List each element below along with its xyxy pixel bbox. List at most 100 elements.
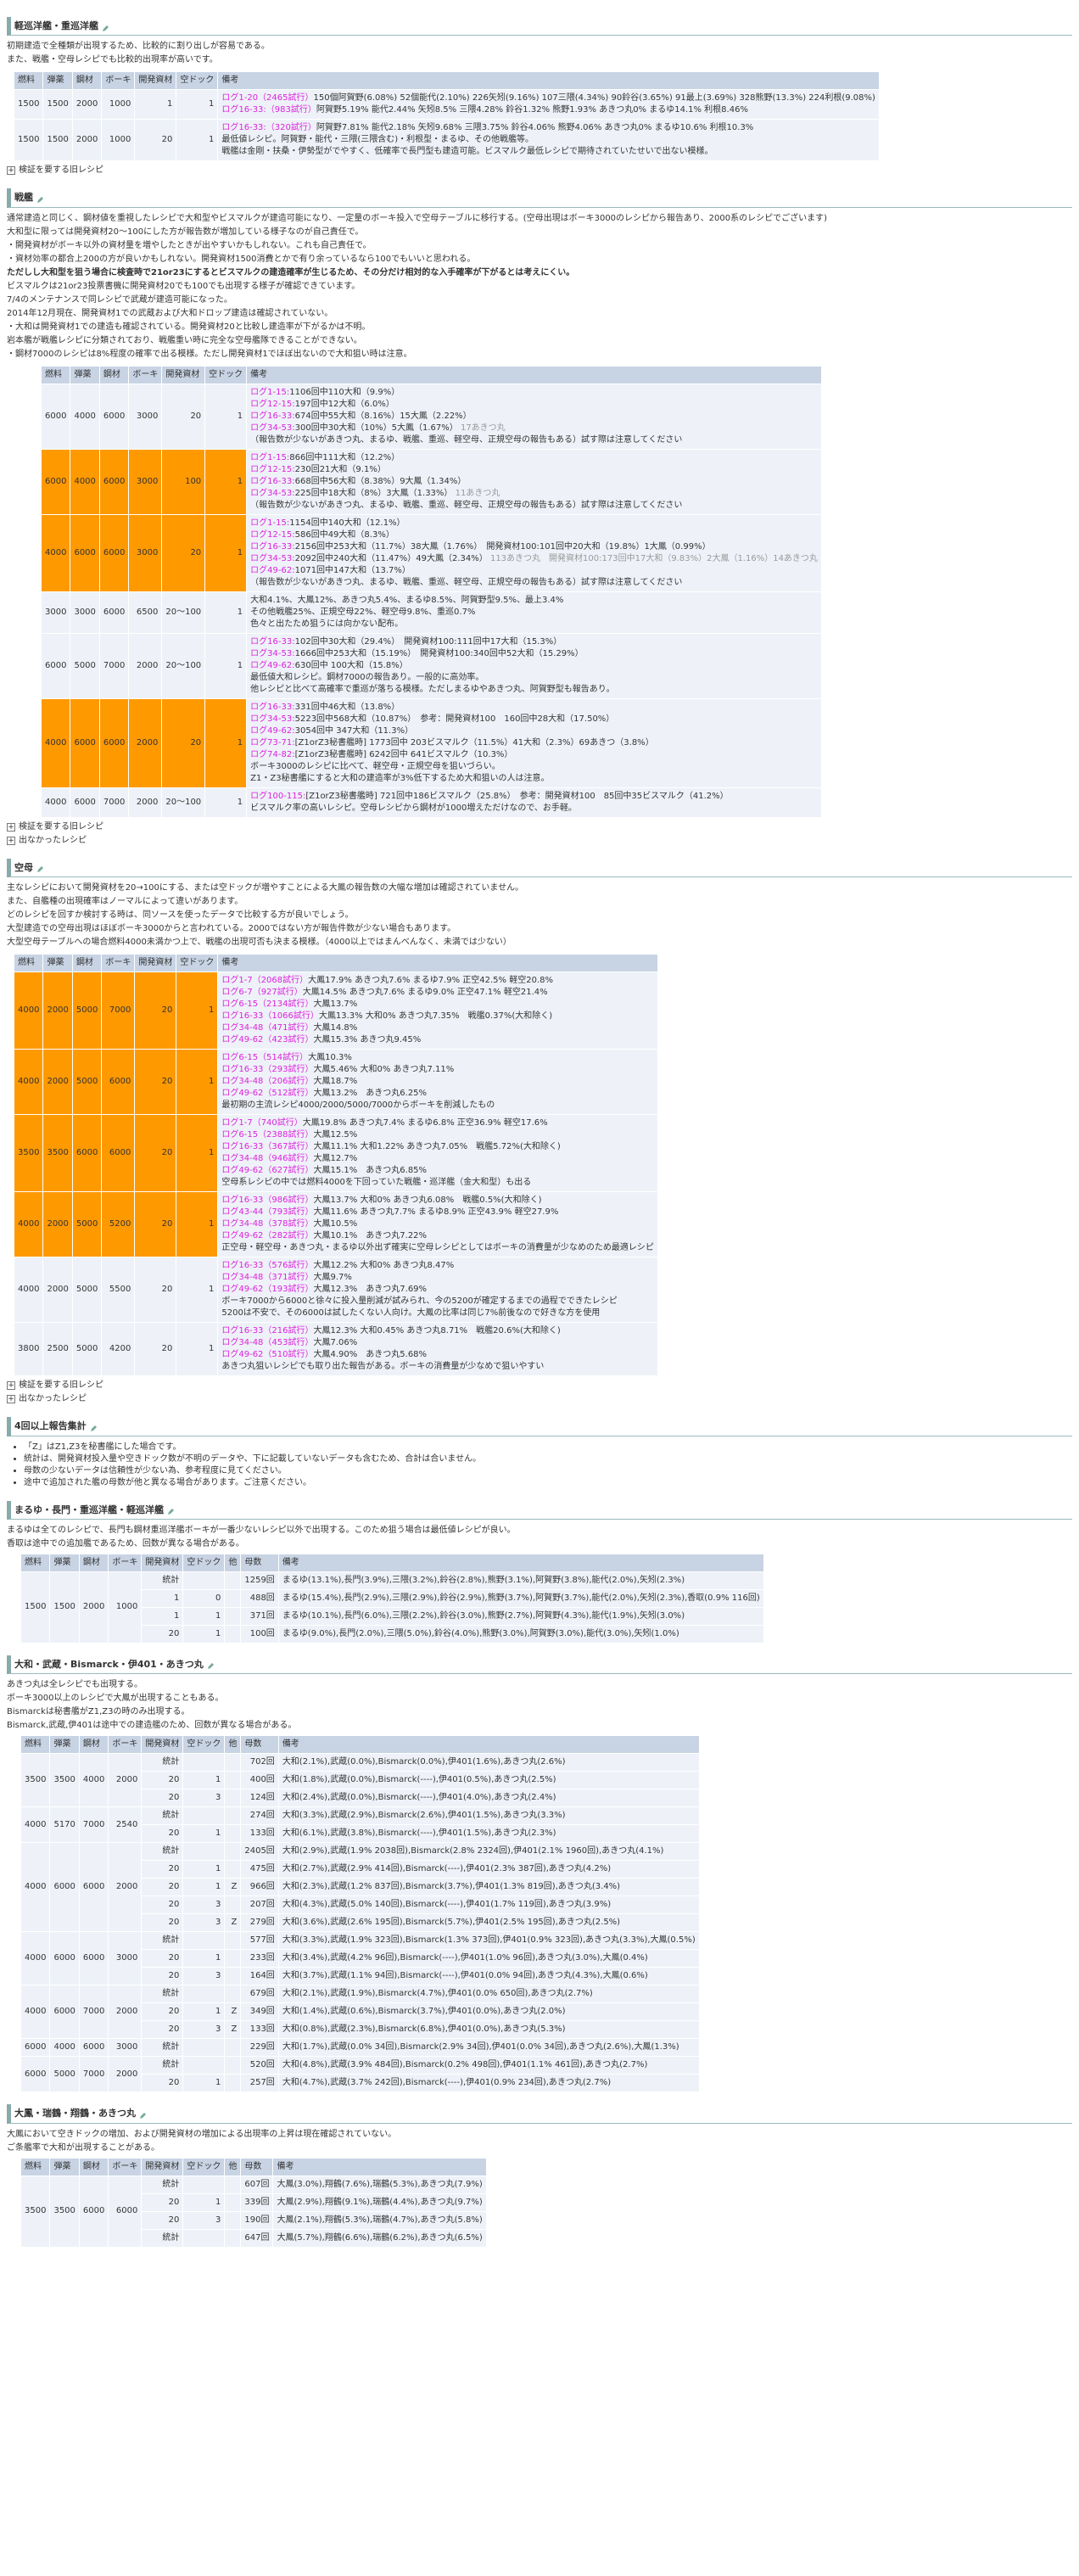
table-row: 4000 6000 6000 3000 20 1 ログ1-15:1154回中140大和（12…	[40, 513, 822, 592]
table-cell: 1	[176, 1114, 219, 1193]
edit-icon[interactable]	[90, 1423, 98, 1431]
log-link[interactable]: ログ34-53:	[250, 423, 294, 433]
log-link[interactable]: ログ16-33（293試行）	[221, 1065, 313, 1074]
note-line: ログ100-115:[Z1orZ3秘書艦時] 721回中186ビスマルク（25.…	[250, 791, 818, 803]
table-cell: 4000	[13, 1049, 44, 1116]
log-link[interactable]: ログ34-53:	[250, 554, 294, 563]
log-link[interactable]: ログ1-15:	[250, 388, 289, 397]
section-heading: 空母	[7, 858, 1072, 878]
log-link[interactable]: ログ16-33:	[250, 637, 294, 647]
log-link[interactable]: ログ6-15（2388試行）	[221, 1130, 313, 1140]
log-link[interactable]: ログ49-62:	[250, 566, 294, 575]
table-cell: 6000	[49, 1842, 80, 1933]
edit-icon[interactable]	[36, 194, 44, 203]
log-link[interactable]: ログ1-15:	[250, 453, 289, 462]
edit-icon[interactable]	[36, 864, 44, 873]
edit-icon[interactable]	[102, 23, 109, 31]
expand-toggle[interactable]: + 検証を要する旧レシピ	[7, 1380, 1072, 1392]
plus-icon[interactable]: +	[7, 822, 15, 832]
table-cell: 1	[204, 513, 248, 592]
log-link[interactable]: ログ49-62:	[250, 661, 294, 670]
table-cell	[224, 1753, 242, 1772]
log-link[interactable]: ログ16-33:（983試行）	[221, 105, 316, 115]
note-line: 5200は不安で、その6000は試したくない人向け。大鳳の比率は同じ7%前後なの…	[221, 1308, 654, 1319]
log-link[interactable]: ログ1-7（2068試行）	[221, 976, 308, 985]
column-header: 燃料	[40, 365, 71, 384]
plus-icon[interactable]: +	[7, 1395, 15, 1404]
log-link[interactable]: ログ6-15（514試行）	[221, 1053, 308, 1062]
log-link[interactable]: ログ16-33:（320試行）	[221, 123, 316, 132]
plus-icon[interactable]: +	[7, 166, 15, 176]
log-link[interactable]: ログ34-48（946試行）	[221, 1154, 313, 1163]
edit-icon[interactable]	[167, 1506, 175, 1515]
plus-icon[interactable]: +	[7, 1381, 15, 1391]
log-link[interactable]: ログ12-15:	[250, 530, 294, 540]
expand-toggle[interactable]: + 検証を要する旧レシピ	[7, 821, 1072, 833]
log-link[interactable]: ログ16-33:	[250, 703, 294, 712]
edit-icon[interactable]	[207, 1660, 215, 1670]
note-text: 866回中111大和（12.2%）	[289, 452, 400, 462]
section-heading: 大和・武蔵・Bismarck・伊401・あきつ丸	[7, 1655, 1072, 1675]
log-link[interactable]: ログ49-62（423試行）	[221, 1035, 313, 1044]
table-cell: 3000	[108, 1931, 143, 1986]
log-link[interactable]: ログ49-62（627試行）	[221, 1166, 313, 1175]
table-cell: 1	[176, 1257, 219, 1324]
column-header: 鋼材	[71, 954, 103, 973]
expand-toggle[interactable]: + 検証を要する旧レシピ	[7, 165, 1072, 176]
log-link[interactable]: ログ16-33:	[250, 542, 294, 552]
log-link[interactable]: ログ74-82:	[250, 750, 294, 759]
table-cell	[224, 1949, 242, 1968]
log-link[interactable]: ログ34-48（453試行）	[221, 1338, 313, 1347]
log-link[interactable]: ログ34-53:	[250, 714, 294, 724]
log-link[interactable]: ログ6-7（927試行）	[221, 988, 302, 997]
log-link[interactable]: ログ49-62（510試行）	[221, 1350, 313, 1359]
log-link[interactable]: ログ1-7（740試行）	[221, 1118, 302, 1128]
stats-table: 燃料 弾薬 鋼材 ボーキ 開発資材 空ドック他母数 備考 3500 3500 6000 6000 統計…	[20, 2157, 487, 2248]
log-link[interactable]: ログ16-33（216試行）	[221, 1326, 313, 1336]
note-cell: ログ16-33:（320試行）阿賀野7.81% 能代2.18% 矢矧9.68% …	[217, 119, 880, 162]
log-link[interactable]: ログ16-33（986試行）	[221, 1196, 313, 1205]
log-link[interactable]: ログ34-48（378試行）	[221, 1219, 313, 1229]
note-cell: まるゆ(15.4%),長門(2.9%),三隈(2.9%),鈴谷(2.9%),熊野…	[277, 1588, 764, 1608]
log-link[interactable]: ログ1-15:	[250, 518, 289, 528]
log-link[interactable]: ログ49-62:	[250, 726, 294, 736]
paragraph: ・開発資材がボーキ以外の資材量を増やしたときが出やすいかもしれない。これも自己責…	[7, 240, 372, 250]
log-link[interactable]: ログ12-15:	[250, 465, 294, 474]
edit-icon[interactable]	[139, 2110, 147, 2119]
log-link[interactable]: ログ16-33:	[250, 412, 294, 421]
note-text: 674回中55大和（8.16%）15大鳳（2.22%）	[294, 411, 472, 421]
note-line: ログ43-44（793試行）大鳳11.6% あきつ丸7.7% まるゆ8.9% 正…	[221, 1207, 654, 1218]
section-heading: 4回以上報告集計	[7, 1417, 1072, 1436]
table-cell: 6000	[49, 1931, 80, 1986]
plus-icon[interactable]: +	[7, 836, 15, 845]
log-link[interactable]: ログ34-48（471試行）	[221, 1023, 313, 1033]
log-link[interactable]: ログ49-62（282試行）	[221, 1231, 313, 1240]
note-line: ログ34-53:1666回中253大和（15.19%） 開発資材100:340回…	[250, 648, 818, 660]
note-text: ボーキ3000のレシピに比べて、軽空母・正規空母を狙いづらい。	[250, 761, 500, 771]
log-link[interactable]: ログ34-53:	[250, 489, 294, 498]
log-link[interactable]: ログ73-71:	[250, 738, 294, 748]
log-link[interactable]: ログ34-48（206試行）	[221, 1077, 313, 1086]
log-link[interactable]: ログ34-48（371試行）	[221, 1273, 313, 1282]
log-link[interactable]: ログ16-33（367試行）	[221, 1142, 313, 1151]
note-cell: 大和(4.3%),武蔵(5.0% 140回),Bismarck(----),伊4…	[277, 1896, 700, 1915]
log-link[interactable]: ログ49-62（193試行）	[221, 1285, 313, 1294]
expand-toggle[interactable]: + 出なかったレシピ	[7, 835, 1072, 847]
log-link[interactable]: ログ12-15:	[250, 400, 294, 409]
note-line: 戦艦は金剛・扶桑・伊勢型がでやすく、低確率で長門型も建造可能。ビスマルク最低レシ…	[221, 146, 875, 158]
table-cell: 190回	[240, 2210, 274, 2230]
table-cell: 6000	[101, 1114, 136, 1193]
log-link[interactable]: ログ49-62（512試行）	[221, 1089, 313, 1098]
log-link[interactable]: ログ1-20（2465試行）	[221, 93, 313, 103]
log-link[interactable]: ログ16-33（576試行）	[221, 1261, 313, 1270]
table-cell: 4000	[40, 513, 71, 592]
table-cell: 1500	[42, 119, 73, 162]
log-link[interactable]: ログ6-15（2134試行）	[221, 1000, 313, 1009]
expand-toggle[interactable]: + 出なかったレシピ	[7, 1393, 1072, 1405]
log-link[interactable]: ログ16-33（1066試行）	[221, 1011, 319, 1021]
log-link[interactable]: ログ43-44（793試行）	[221, 1207, 313, 1217]
table-cell: 3500	[13, 1114, 44, 1193]
log-link[interactable]: ログ16-33:	[250, 477, 294, 486]
log-link[interactable]: ログ100-115:	[250, 792, 305, 801]
log-link[interactable]: ログ34-53:	[250, 649, 294, 658]
